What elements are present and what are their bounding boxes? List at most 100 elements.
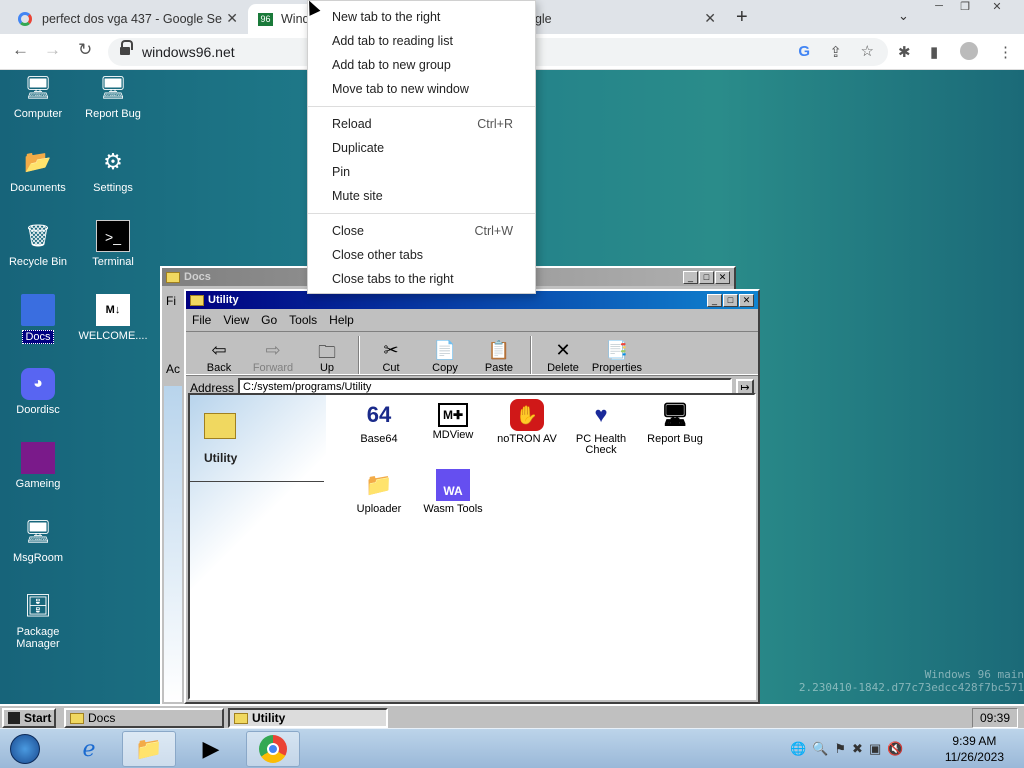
tab-close-icon[interactable]: ✕ [704, 10, 716, 27]
minimize-button[interactable]: _ [683, 271, 698, 284]
tab-context-menu: New tab to the right Add tab to reading … [307, 0, 536, 294]
close-button[interactable]: ✕ [739, 294, 754, 307]
media-player-icon[interactable]: ▶ [184, 731, 238, 767]
desktop-icon-documents[interactable]: 📂 Documents [1, 146, 75, 194]
folder-info-pane: Utility [190, 395, 326, 698]
restore-button[interactable]: ❐ [954, 0, 976, 16]
desktop-icon-settings[interactable]: ⚙ Settings [76, 146, 150, 194]
menu-item-new-tab-right[interactable]: New tab to the right [308, 5, 535, 29]
folder-icon [204, 413, 236, 439]
profile-avatar-icon[interactable] [960, 42, 978, 60]
desktop-icon-computer[interactable]: 🖥 Computer [1, 72, 75, 120]
taskbar-item-docs[interactable]: Docs [64, 708, 224, 728]
explorer-toolbar: ⇦ Back ⇨ Forward 🗀 Up ✂ Cut 📄 Copy 📋 Paste ✕ De… [186, 331, 758, 375]
minimize-button[interactable]: _ [707, 294, 722, 307]
file-label: PC Health Check [575, 433, 627, 456]
menu-help[interactable]: Help [329, 313, 354, 327]
extensions-puzzle-icon[interactable]: ✱ [898, 43, 911, 61]
file-report-bug[interactable]: 🖥 Report Bug [638, 399, 712, 445]
back-arrow-icon[interactable]: ← [12, 40, 29, 60]
tab-search-chevron-icon[interactable]: ⌄ [898, 8, 909, 24]
menu-item-add-to-group[interactable]: Add tab to new group [308, 53, 535, 77]
menu-item-close[interactable]: Close Ctrl+W [308, 219, 535, 243]
menu-go[interactable]: Go [261, 313, 277, 327]
google-lens-icon[interactable]: G [798, 43, 810, 60]
menu-item-close-other-tabs[interactable]: Close other tabs [308, 243, 535, 267]
menu-item-reload[interactable]: Reload Ctrl+R [308, 112, 535, 136]
report-bug-icon: 🖥 [661, 402, 689, 427]
close-button[interactable]: ✕ [715, 271, 730, 284]
windows-start-orb[interactable] [2, 731, 48, 767]
desktop-icon-terminal[interactable]: >_ Terminal [76, 220, 150, 268]
menu-item-mute-site[interactable]: Mute site [308, 184, 535, 208]
back-arrow-icon: ⇦ [211, 340, 227, 360]
paste-button[interactable]: 📋 Paste [472, 340, 526, 374]
search-icon[interactable]: 🔍 [812, 741, 834, 756]
desktop-icon-recycle-bin[interactable]: 🗑 Recycle Bin [1, 220, 75, 268]
security-icon[interactable]: ✖ [852, 741, 869, 756]
file-explorer-icon[interactable]: 📁 [122, 731, 176, 767]
browser-tab-google-search[interactable]: perfect dos vga 437 - Google Se ✕ [8, 4, 246, 34]
action-center-icon[interactable]: ⚑ [834, 741, 852, 756]
forward-arrow-icon[interactable]: → [44, 40, 61, 60]
tool-label: Forward [252, 362, 294, 374]
delete-button[interactable]: ✕ Delete [536, 340, 590, 374]
desktop-icon-report-bug[interactable]: 🖥 Report Bug [76, 72, 150, 120]
start-logo-icon [8, 712, 20, 724]
menu-item-duplicate[interactable]: Duplicate [308, 136, 535, 160]
up-button[interactable]: 🗀 Up [300, 340, 354, 374]
utility-window[interactable]: Utility _ □ ✕ File View Go Tools Help ⇦ B… [184, 289, 760, 704]
file-notron-av[interactable]: ✋ noTRON AV [490, 399, 564, 445]
desktop-icon-docs[interactable]: Docs [1, 294, 75, 344]
menu-item-add-reading-list[interactable]: Add tab to reading list [308, 29, 535, 53]
menu-tools[interactable]: Tools [289, 313, 317, 327]
menu-view[interactable]: View [223, 313, 249, 327]
desktop-icon-package-manager[interactable]: 🗄 Package Manager [1, 590, 75, 650]
minimize-button[interactable]: ─ [928, 0, 950, 16]
tab-title: perfect dos vga 437 - Google Se [42, 12, 222, 26]
desktop-icon-msgroom[interactable]: 🖥 MsgRoom [1, 516, 75, 564]
menu-file[interactable]: File [192, 313, 211, 327]
menu-shortcut: Ctrl+R [477, 117, 513, 131]
tab-close-icon[interactable]: ✕ [226, 10, 238, 27]
taskbar-item-utility[interactable]: Utility [228, 708, 388, 728]
side-panel-icon[interactable]: ▮ [930, 43, 938, 61]
mdview-icon: M✚ [438, 403, 468, 427]
close-window-button[interactable]: ✕ [986, 0, 1008, 16]
desktop-icon-welcome[interactable]: M↓ WELCOME.... [76, 294, 150, 342]
maximize-button[interactable]: □ [699, 271, 714, 284]
folder-icon [21, 294, 55, 326]
chrome-icon[interactable] [246, 731, 300, 767]
desktop-icon-gameing[interactable]: Gameing [1, 442, 75, 490]
forward-button[interactable]: ⇨ Forward [246, 340, 300, 374]
desktop-icon-doordisc[interactable]: ◕ Doordisc [1, 368, 75, 416]
display-icon[interactable]: ▣ [869, 741, 887, 756]
reload-icon[interactable]: ↻ [78, 40, 92, 60]
bookmark-star-icon[interactable]: ☆ [861, 42, 874, 60]
volume-muted-icon[interactable]: 🔇 [887, 741, 909, 756]
docs-address-peek: Ac [166, 362, 181, 376]
windows-clock[interactable]: 9:39 AM 11/26/2023 [945, 733, 1004, 765]
internet-explorer-icon[interactable]: ℯ [62, 731, 116, 767]
file-base64[interactable]: 64 Base64 [342, 399, 416, 445]
share-icon[interactable]: ⇪ [829, 43, 842, 61]
maximize-button[interactable]: □ [723, 294, 738, 307]
new-tab-button[interactable]: + [736, 6, 748, 29]
menu-item-move-to-window[interactable]: Move tab to new window [308, 77, 535, 101]
menu-item-pin[interactable]: Pin [308, 160, 535, 184]
start-button[interactable]: Start [2, 708, 56, 728]
file-pc-health-check[interactable]: ♥ PC Health Check [564, 399, 638, 456]
file-mdview[interactable]: M✚ MDView [416, 399, 490, 441]
more-menu-icon[interactable]: ⋮ [998, 43, 1013, 61]
file-uploader[interactable]: 📁 Uploader [342, 469, 416, 515]
cut-button[interactable]: ✂ Cut [364, 340, 418, 374]
properties-button[interactable]: 📑 Properties [590, 340, 644, 374]
network-icon[interactable]: 🌐 [790, 741, 812, 756]
back-button[interactable]: ⇦ Back [192, 340, 246, 374]
windows-taskbar: ℯ 📁 ▶ 🌐🔍⚑✖▣🔇 9:39 AM 11/26/2023 [0, 728, 1024, 768]
build-watermark: Windows 96 main 2.230410-1842.d77c73edcc… [799, 668, 1024, 694]
copy-button[interactable]: 📄 Copy [418, 340, 472, 374]
menu-item-close-tabs-right[interactable]: Close tabs to the right [308, 267, 535, 291]
file-wasm-tools[interactable]: WA Wasm Tools [416, 469, 490, 515]
watermark-line: 2.230410-1842.d77c73edcc428f7bc571 [798, 681, 1024, 694]
